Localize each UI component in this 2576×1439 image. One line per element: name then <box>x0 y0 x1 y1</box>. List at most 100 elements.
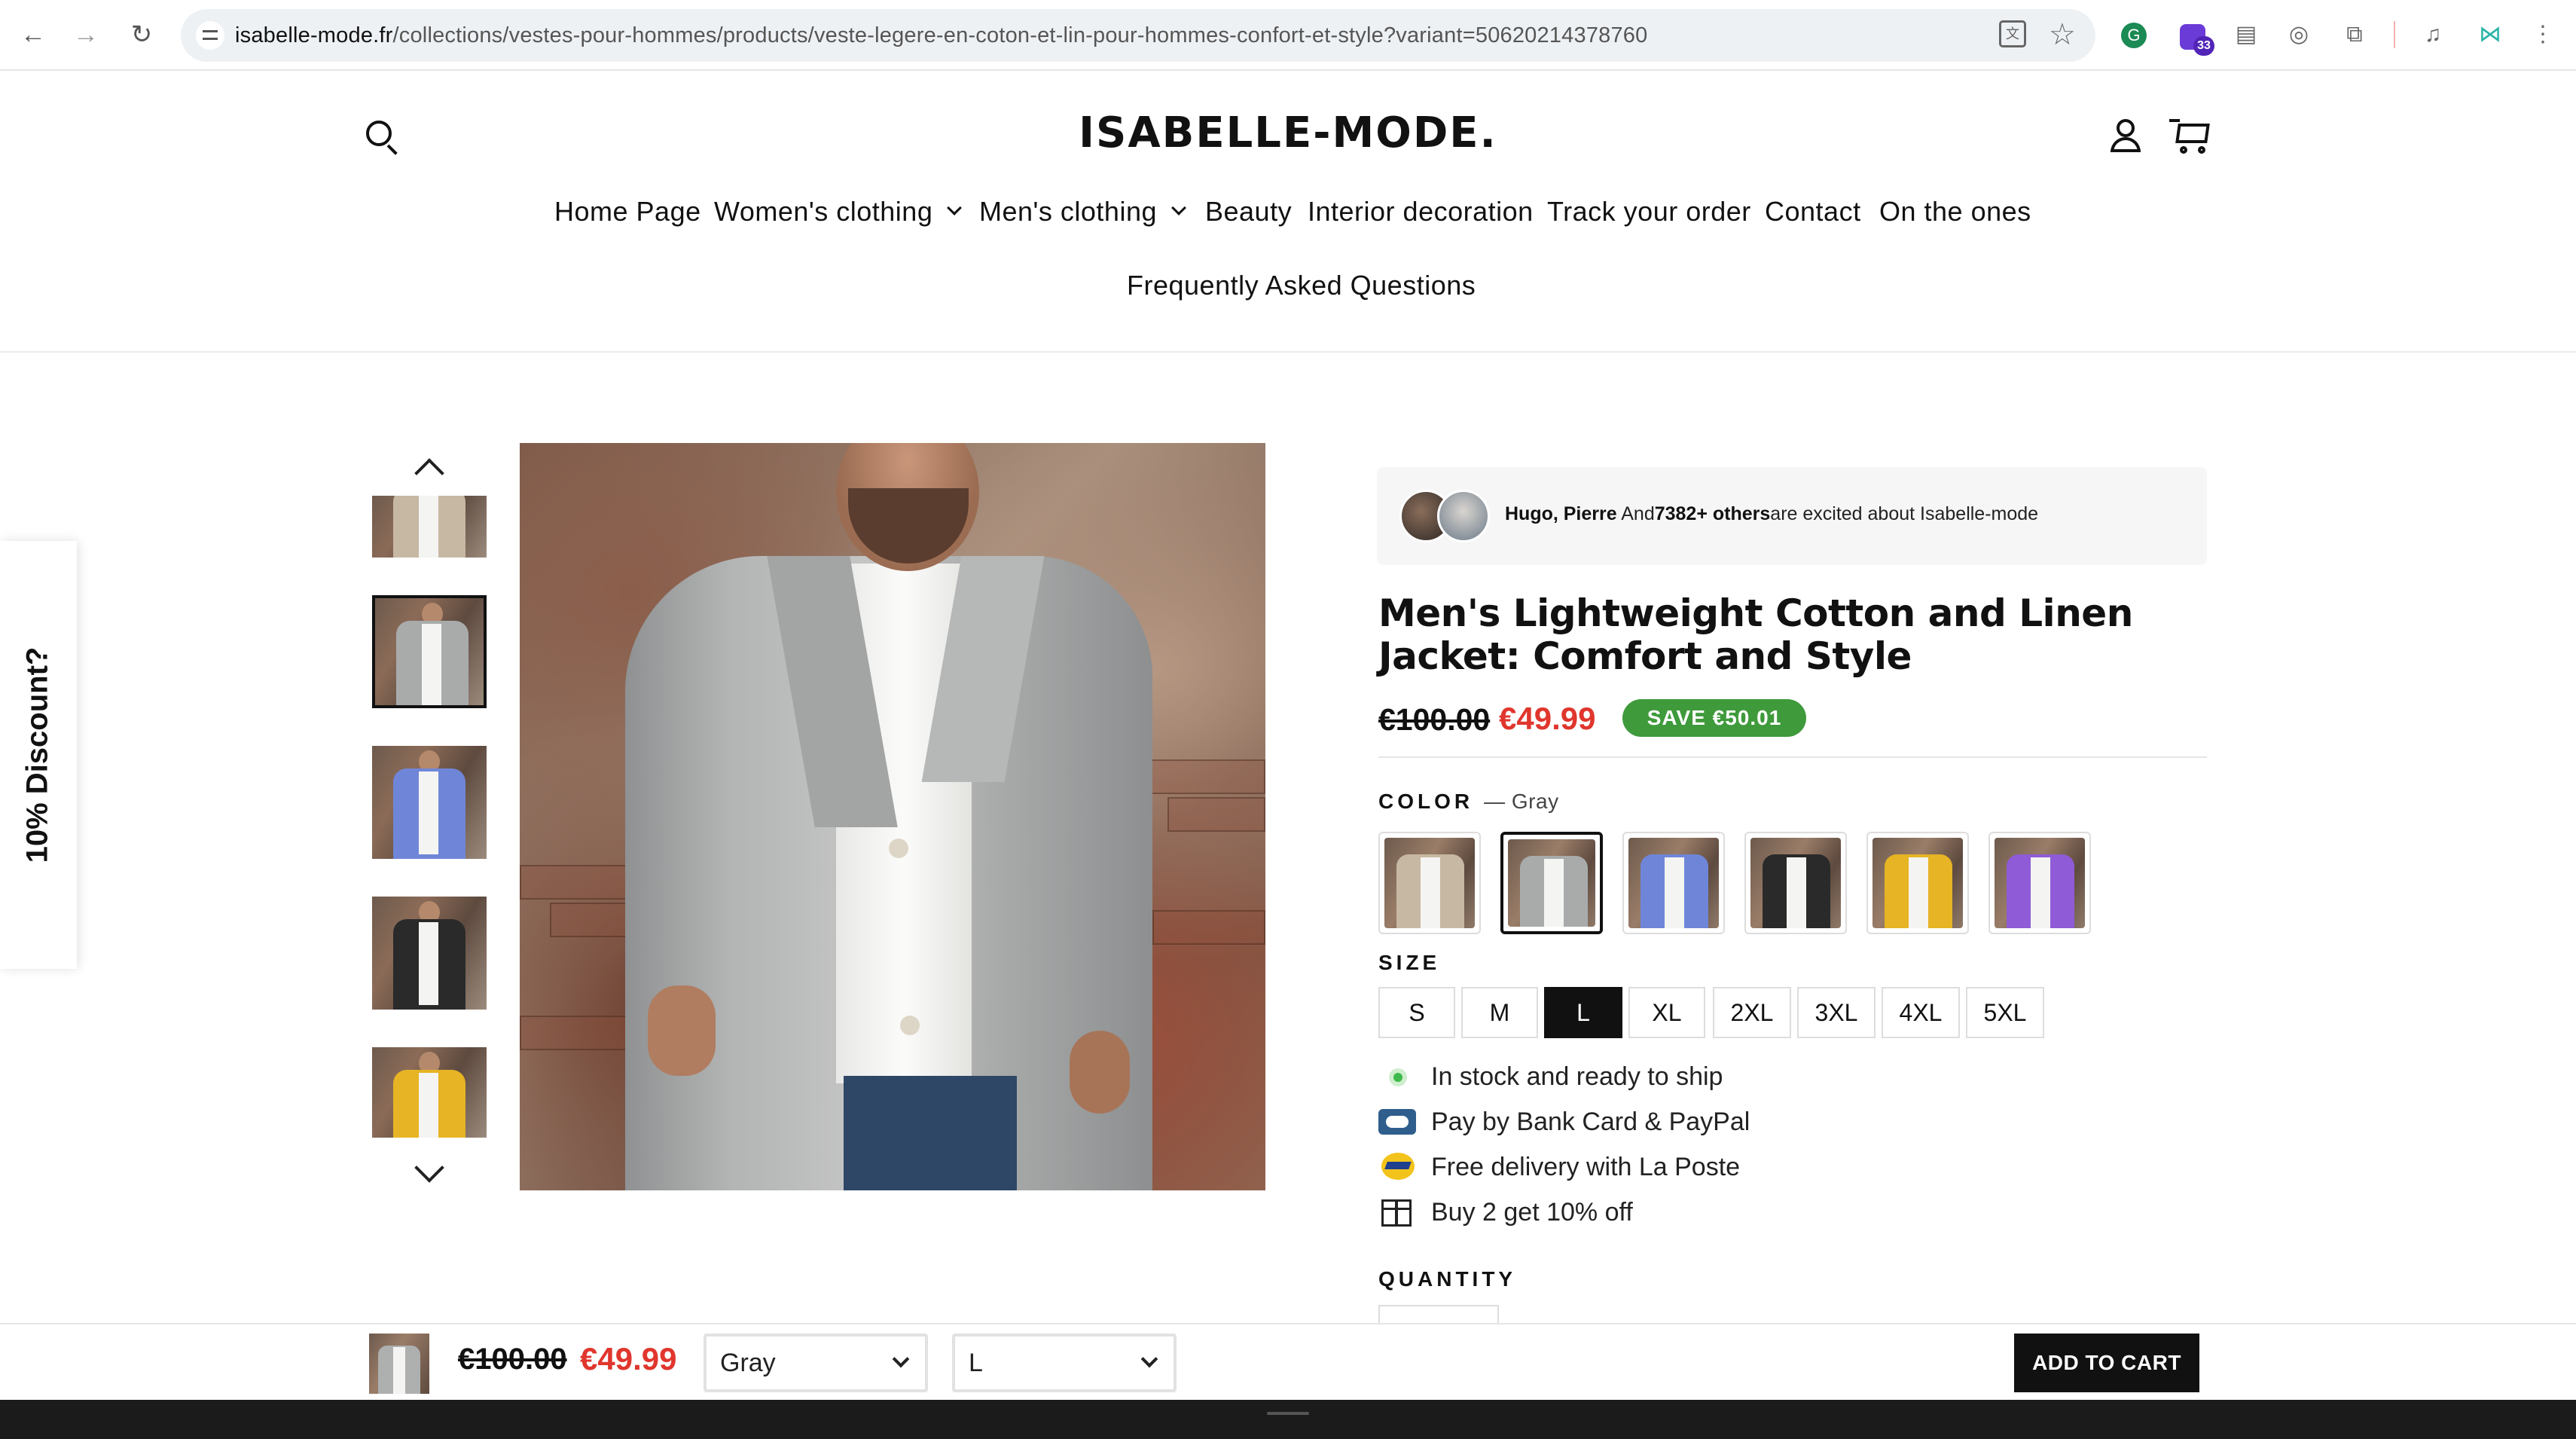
feature-text: Pay by Bank Card & PayPal <box>1431 1108 1750 1136</box>
nav-contact[interactable]: Contact <box>1765 196 1861 228</box>
os-bottom-bar <box>0 1400 2576 1439</box>
price-sale: €49.99 <box>1499 701 1596 736</box>
in-stock-dot-icon <box>1389 1068 1407 1086</box>
url-text[interactable]: isabelle-mode.fr/collections/vestes-pour… <box>235 21 1647 50</box>
gallery-thumb[interactable] <box>372 746 487 859</box>
size-option-xl[interactable]: XL <box>1628 987 1705 1038</box>
color-swatch-gray[interactable] <box>1500 832 1603 934</box>
nav-track-order[interactable]: Track your order <box>1547 196 1751 228</box>
jeans <box>844 1076 1017 1190</box>
site-header: ISABELLE-MODE. Home Page Women's clothin… <box>0 71 2576 353</box>
size-option-m[interactable]: M <box>1461 987 1538 1038</box>
extensions-puzzle-icon[interactable]: ⧉ <box>2338 18 2371 51</box>
nav-home[interactable]: Home Page <box>554 196 701 228</box>
social-suffix: are excited about Isabelle-mode <box>1770 503 2039 524</box>
feature-text: Buy 2 get 10% off <box>1431 1198 1633 1227</box>
extension-icon-badge[interactable]: 33 <box>2180 24 2214 56</box>
site-logo[interactable]: ISABELLE-MODE. <box>1032 108 1544 157</box>
social-proof-text: Hugo, Pierre And7382+ othersare excited … <box>1505 503 2038 525</box>
back-arrow-icon[interactable]: ← <box>17 18 50 51</box>
color-swatch-blue[interactable] <box>1622 832 1725 934</box>
sticky-price-sale: €49.99 <box>580 1341 677 1376</box>
color-swatch-black[interactable] <box>1744 832 1847 934</box>
social-names: Hugo, Pierre <box>1505 503 1617 524</box>
size-option-s[interactable]: S <box>1378 987 1455 1038</box>
add-to-cart-button[interactable]: ADD TO CART <box>2014 1334 2199 1392</box>
jacket-button <box>889 839 908 858</box>
color-swatch-yellow[interactable] <box>1866 832 1969 934</box>
extension-badge-count: 33 <box>2193 36 2214 56</box>
nav-womens-label: Women's clothing <box>714 196 933 227</box>
sticky-color-select[interactable]: Gray <box>704 1334 928 1392</box>
price-original: €100.00 <box>1378 702 1491 737</box>
nav-faq[interactable]: Frequently Asked Questions <box>1127 270 1476 301</box>
color-swatch-beige[interactable] <box>1378 832 1481 934</box>
size-option-3xl[interactable]: 3XL <box>1797 987 1876 1038</box>
sticky-size-value: L <box>969 1349 983 1377</box>
page: ← → ↻ isabelle-mode.fr/collections/veste… <box>0 0 2576 1439</box>
size-option-l[interactable]: L <box>1544 987 1622 1038</box>
discount-tab-label: 10% Discount? <box>20 646 54 863</box>
feature-text: Free delivery with La Poste <box>1431 1153 1741 1181</box>
social-count: 7382+ others <box>1654 503 1771 524</box>
quantity-label: QUANTITY <box>1378 1267 1517 1291</box>
nav-womens-clothing[interactable]: Women's clothing <box>714 196 963 228</box>
chevron-down-icon[interactable] <box>414 1153 444 1183</box>
sticky-product-thumb <box>369 1334 429 1394</box>
sticky-color-value: Gray <box>720 1349 776 1377</box>
sticky-price-original: €100.00 <box>458 1343 567 1376</box>
divider <box>1378 756 2207 758</box>
media-controls-icon[interactable]: ♫ <box>2416 18 2449 51</box>
chevron-up-icon[interactable] <box>414 458 444 488</box>
gallery-thumb[interactable] <box>372 496 487 558</box>
url-path: /collections/vestes-pour-hommes/products… <box>392 23 1648 47</box>
sticky-cart-bar: €100.00 €49.99 Gray L ADD TO CART <box>0 1323 2576 1400</box>
bookmark-star-icon[interactable]: ☆ <box>2049 17 2076 53</box>
chevron-down-icon <box>1171 200 1186 215</box>
browser-toolbar: ← → ↻ isabelle-mode.fr/collections/veste… <box>0 0 2576 71</box>
size-option-4xl[interactable]: 4XL <box>1882 987 1960 1038</box>
browser-menu-icon[interactable]: ⋮ <box>2526 18 2559 51</box>
sticky-size-select[interactable]: L <box>952 1334 1177 1392</box>
size-option-5xl[interactable]: 5XL <box>1966 987 2044 1038</box>
main-product-image[interactable] <box>520 443 1265 1190</box>
reload-icon[interactable]: ↻ <box>125 18 158 51</box>
translate-icon[interactable]: 文 <box>1999 20 2026 47</box>
account-icon[interactable] <box>2107 118 2144 154</box>
bank-card-icon <box>1378 1109 1416 1135</box>
grammarly-extension-icon[interactable]: G <box>2121 23 2147 48</box>
forward-arrow-icon[interactable]: → <box>69 18 102 51</box>
color-label-text: COLOR <box>1378 790 1474 813</box>
nav-beauty[interactable]: Beauty <box>1205 196 1292 228</box>
color-selected-value: — Gray <box>1484 790 1559 813</box>
reader-extension-icon[interactable]: ▤ <box>2230 18 2263 51</box>
right-hand <box>1070 1031 1130 1114</box>
gallery-thumb[interactable] <box>372 897 487 1010</box>
discount-side-tab[interactable]: 10% Discount? <box>0 541 77 969</box>
toolbar-divider <box>2394 21 2395 48</box>
color-label: COLOR — Gray <box>1378 790 1559 814</box>
chevron-down-icon <box>892 1350 910 1368</box>
product-title: Men's Lightweight Cotton and Linen Jacke… <box>1378 591 2133 678</box>
social-and: And <box>1621 503 1655 524</box>
compass-extension-icon[interactable]: ◎ <box>2282 18 2315 51</box>
nav-interior-decoration[interactable]: Interior decoration <box>1308 196 1534 228</box>
size-option-2xl[interactable]: 2XL <box>1713 987 1791 1038</box>
site-settings-icon[interactable] <box>196 21 224 50</box>
avatar <box>1437 490 1490 542</box>
cart-icon[interactable] <box>2169 116 2211 155</box>
address-bar[interactable]: isabelle-mode.fr/collections/vestes-pour… <box>181 9 2095 62</box>
gift-icon <box>1381 1199 1412 1227</box>
gallery-thumb-active[interactable] <box>372 595 487 708</box>
la-poste-icon <box>1381 1153 1415 1180</box>
size-label: SIZE <box>1378 951 1441 974</box>
nav-mens-clothing[interactable]: Men's clothing <box>979 196 1186 228</box>
jacket-button <box>900 1016 920 1035</box>
color-swatch-purple[interactable] <box>1988 832 2091 934</box>
search-icon[interactable] <box>366 121 398 155</box>
gallery-thumb[interactable] <box>372 1047 487 1138</box>
bowtie-extension-icon[interactable]: ⋈ <box>2474 18 2507 51</box>
nav-mens-label: Men's clothing <box>979 196 1157 227</box>
feature-text: In stock and ready to ship <box>1431 1062 1723 1091</box>
nav-on-the-ones[interactable]: On the ones <box>1879 196 2031 228</box>
